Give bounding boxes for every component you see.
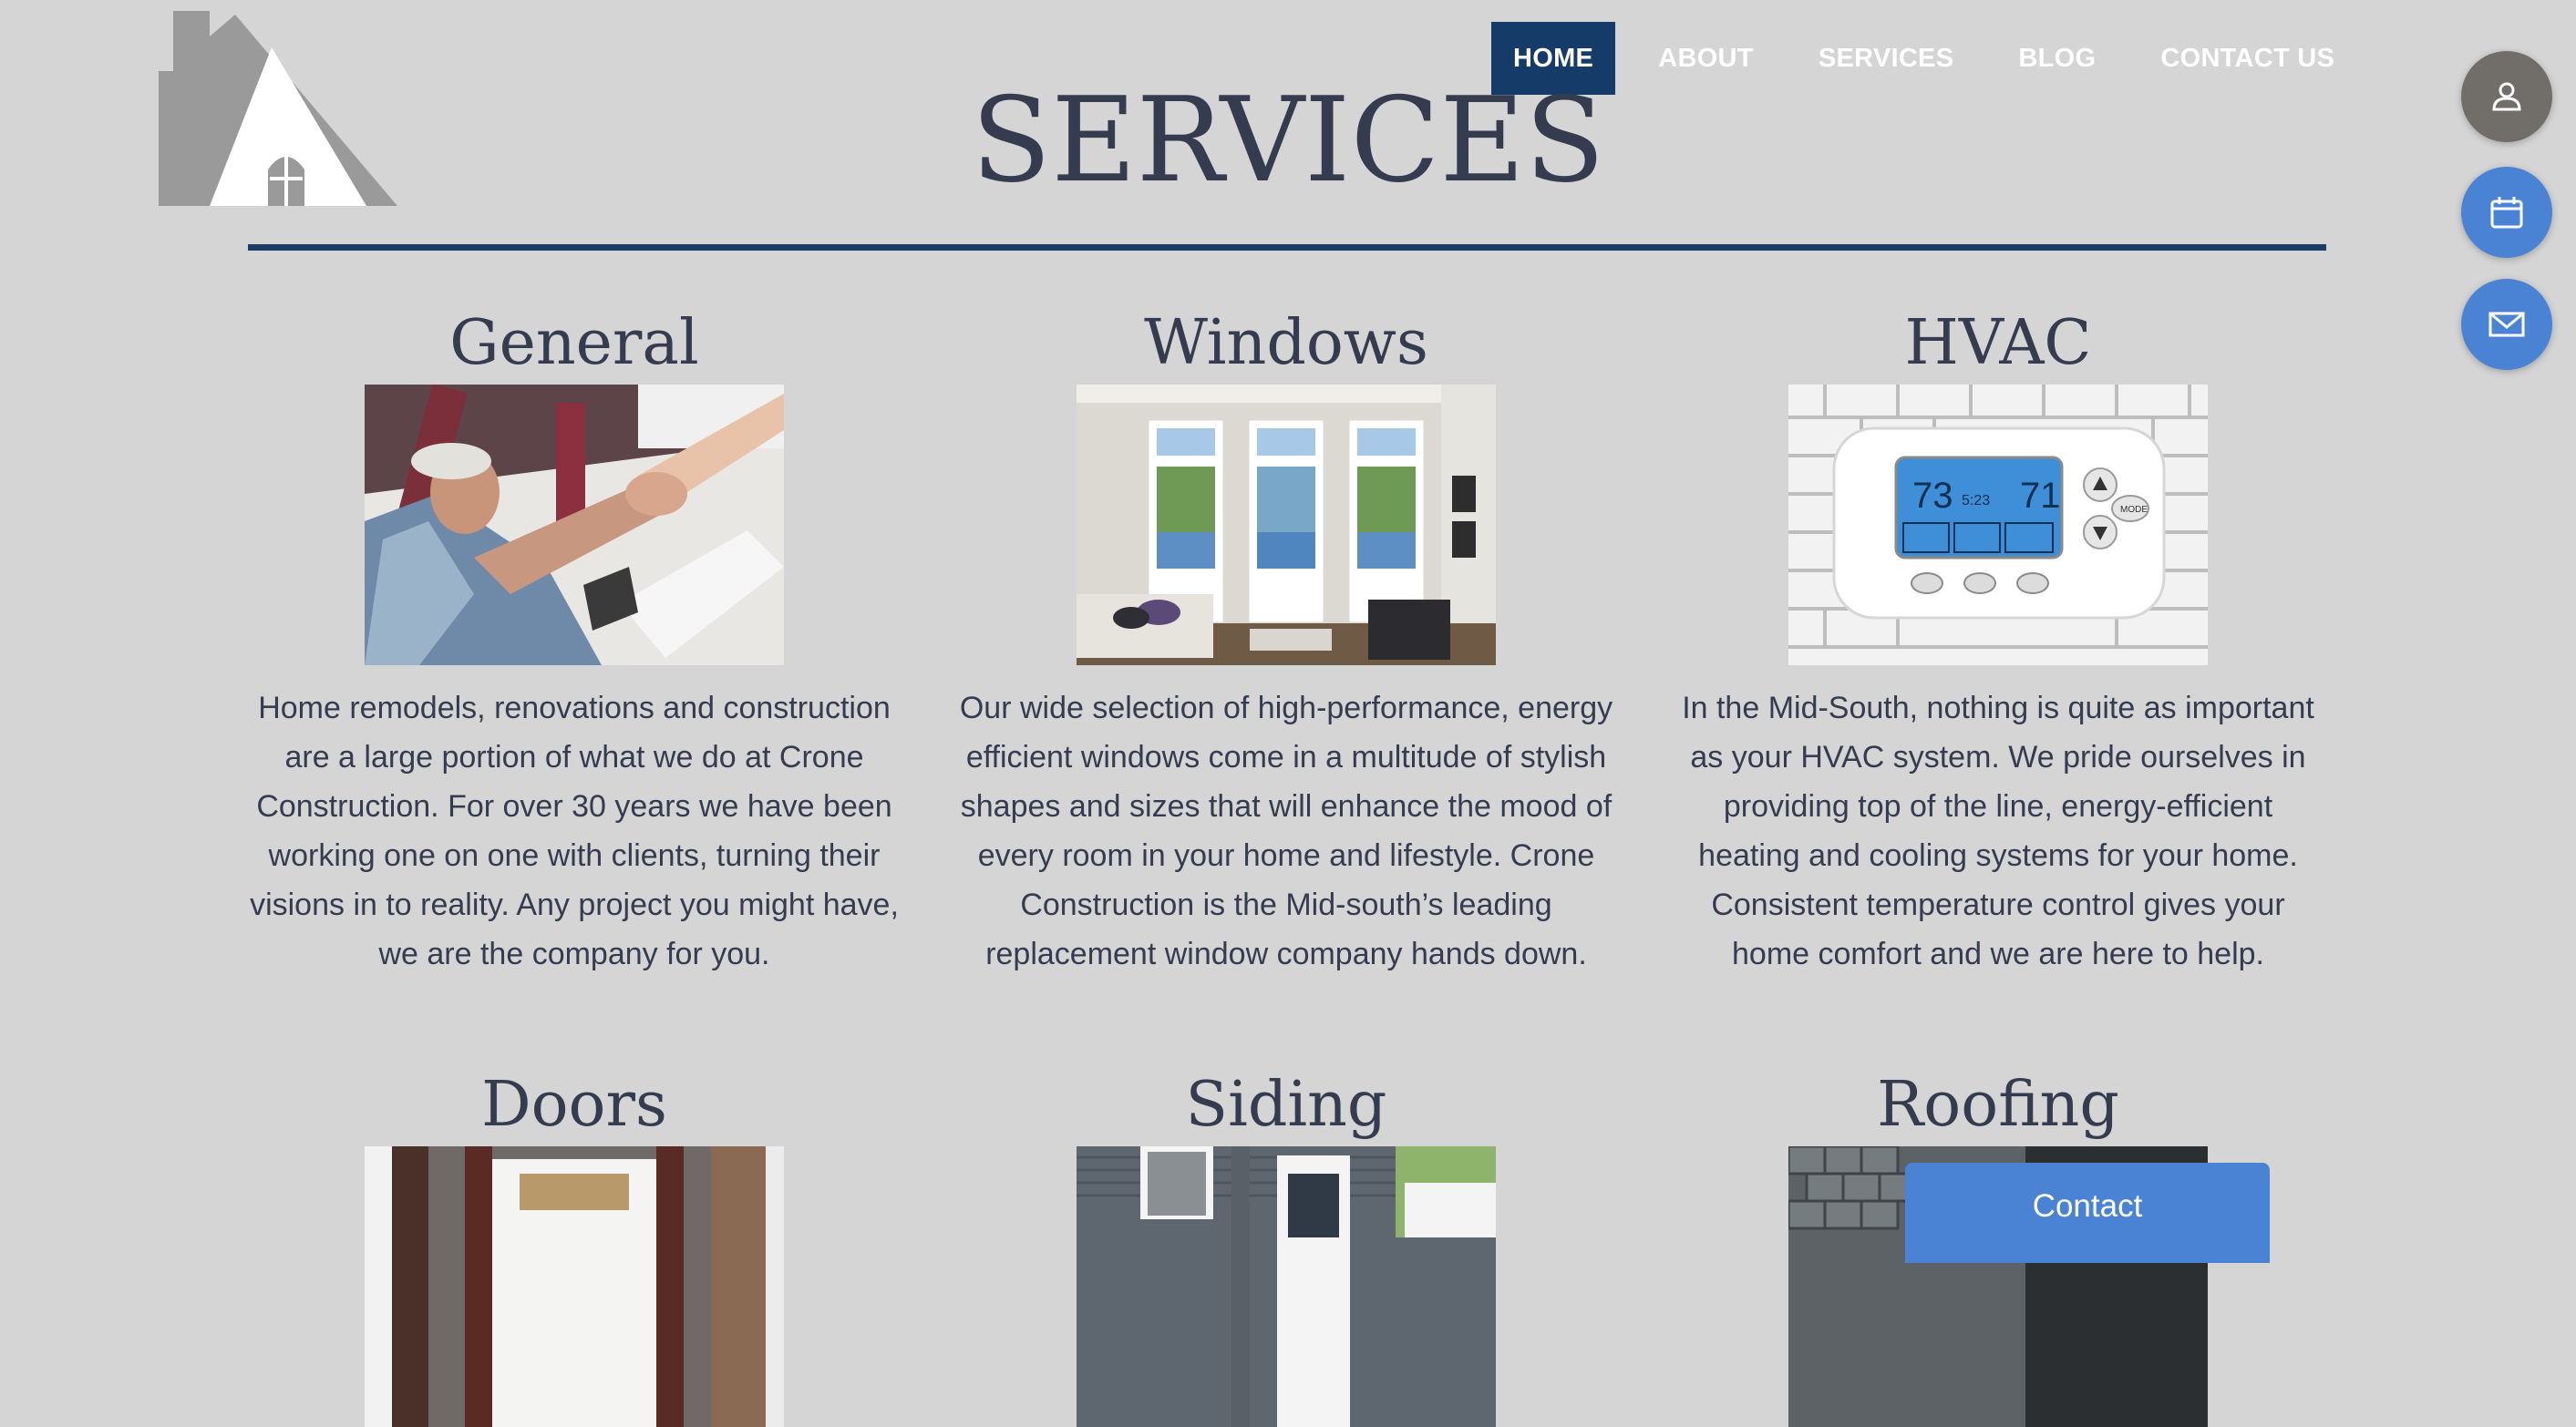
living-room-windows-photo <box>1077 385 1496 665</box>
service-description: Home remodels, renovations and construct… <box>250 691 899 971</box>
service-description: Our wide selection of high-performance, … <box>959 691 1613 971</box>
service-title: Windows <box>1144 307 1428 379</box>
nav-contact-us[interactable]: CONTACT US <box>2138 22 2356 95</box>
service-title: Roofing <box>1877 1069 2119 1141</box>
main-nav: HOME ABOUT SERVICES BLOG CONTACT US <box>1491 22 2377 95</box>
title-divider <box>248 244 2326 251</box>
mail-icon <box>2488 312 2525 337</box>
service-siding: Siding <box>958 1064 1614 1427</box>
company-logo[interactable] <box>155 7 401 210</box>
thermostat-time: 5:23 <box>1962 493 1990 508</box>
house-siding-photo <box>1077 1146 1496 1427</box>
service-title: HVAC <box>1904 307 2092 379</box>
contact-widget-button[interactable]: Contact <box>1905 1163 2270 1263</box>
schedule-button[interactable] <box>2461 167 2552 258</box>
user-icon <box>2492 82 2521 111</box>
account-button[interactable] <box>2461 51 2552 142</box>
nav-about[interactable]: ABOUT <box>1636 22 1776 95</box>
service-general-construction: General Construction Home remodels, reno… <box>246 303 902 979</box>
front-door-photo <box>365 1146 784 1427</box>
thermostat-left-temp: 73 <box>1912 476 1953 516</box>
service-title: Doors <box>481 1069 667 1141</box>
service-hvac: HVAC 73 5:23 71 MODE In the Mid-South, n… <box>1670 303 2326 979</box>
email-button[interactable] <box>2461 279 2552 370</box>
thermostat-photo: 73 5:23 71 MODE <box>1788 385 2208 665</box>
service-description: In the Mid-South, nothing is quite as im… <box>1682 691 2314 971</box>
nav-home[interactable]: HOME <box>1491 22 1616 95</box>
nav-blog[interactable]: BLOG <box>1996 22 2117 95</box>
handshake-construction-photo <box>365 385 784 665</box>
service-title: General Construction <box>370 307 778 461</box>
thermostat-mode-label: MODE <box>2120 505 2148 515</box>
calendar-icon <box>2490 197 2523 229</box>
house-logo-icon <box>159 11 397 206</box>
service-windows: Windows Our wide selection of high-perfo… <box>958 303 1614 979</box>
thermostat-right-temp: 71 <box>2020 476 2061 516</box>
nav-services[interactable]: SERVICES <box>1797 22 1976 95</box>
service-title: Siding <box>1185 1069 1387 1141</box>
service-doors: Doors <box>246 1064 902 1427</box>
